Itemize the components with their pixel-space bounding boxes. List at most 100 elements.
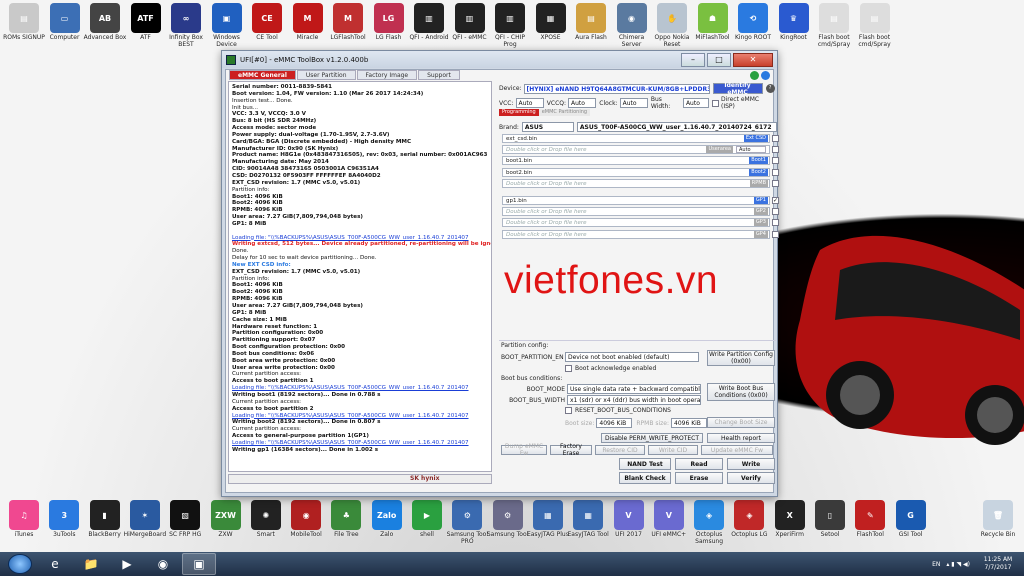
write-boot-bus-button[interactable]: Write Boot Bus Conditions (0x00)	[707, 383, 775, 401]
read-button[interactable]: Read	[675, 458, 723, 470]
file-slot-checkbox[interactable]	[772, 146, 779, 154]
desktop_bottom_icons-3utools[interactable]: 3 3uTools	[42, 500, 86, 538]
boot-partition-en-select[interactable]: Device not boot enabled (default)	[565, 352, 699, 362]
desktop_bottom_icons-ufi-emmc[interactable]: V UFI eMMC+	[647, 500, 691, 538]
rpmb-size-select[interactable]: 4096 KiB	[671, 418, 708, 428]
write-button[interactable]: Write	[727, 458, 775, 470]
file-slot-userarea[interactable]: Double click or Drop file here Auto Userar…	[502, 145, 770, 155]
help-icon[interactable]: ?	[765, 84, 775, 93]
taskbar-item[interactable]: 📁	[74, 553, 108, 575]
taskbar-item[interactable]: e	[38, 553, 72, 575]
file-slot-gp3[interactable]: Double click or Drop file here GP3	[502, 218, 770, 228]
programming-tag[interactable]: Programming	[499, 109, 539, 116]
factory-erase-button[interactable]: Factory Erase	[550, 443, 592, 457]
file-slot-boot1[interactable]: boot1.bin Boot1	[502, 156, 770, 166]
file-slot-checkbox[interactable]	[772, 230, 779, 238]
log-panel[interactable]: Serial number: 0011-8839-5841 Boot versi…	[228, 81, 492, 472]
desktop_top_icons-qfi-chip-prog[interactable]: ▥ QFI - CHIP Prog	[488, 3, 532, 48]
taskbar-item[interactable]: ▣	[182, 553, 216, 575]
desktop_bottom_icons-samsung-tool-pro[interactable]: ⚙ Samsung Tool PRO	[445, 500, 489, 545]
update-emmc-fw-button[interactable]: Update eMMC Fw	[701, 445, 773, 455]
desktop_bottom_icons-easyjtag-plus[interactable]: ▦ EasyJTAG Plus	[526, 500, 570, 538]
window-titlebar[interactable]: UFI[#0] - eMMC ToolBox v1.2.0.400b – □ ✕	[222, 51, 777, 68]
info-icon[interactable]	[761, 71, 770, 80]
file-slot-checkbox[interactable]	[772, 168, 779, 176]
desktop_bottom_icons-himergeboard[interactable]: ✶ HiMergeBoard	[123, 500, 167, 538]
desktop_bottom_icons-mobiletool[interactable]: ◉ MobileTool	[284, 500, 328, 538]
tray-icons[interactable]: ▴ ▮ ◥ ◀)	[946, 561, 970, 568]
erase-button[interactable]: Erase	[675, 472, 723, 484]
vccq-select[interactable]: Auto	[568, 98, 597, 108]
reset-boot-checkbox[interactable]	[565, 407, 572, 414]
desktop_bottom_icons-octoplus-lg[interactable]: ◈ Octoplus LG	[727, 500, 771, 538]
boot-bus-width-select[interactable]: x1 (sdr) or x4 (ddr) bus width in boot o…	[567, 395, 701, 405]
desktop_top_icons-kingroot[interactable]: ♛ KingRoot	[772, 3, 816, 41]
desktop_bottom_icons-samsung-tool[interactable]: ⚙ Samsung Tool	[486, 500, 530, 538]
desktop_top_icons-roms-signup[interactable]: ▤ ROMs SIGNUP	[2, 3, 46, 41]
desktop_top_icons-atf[interactable]: ATF ATF	[124, 3, 168, 41]
desktop_top_icons-computer[interactable]: ▭ Computer	[43, 3, 87, 41]
file-slot-ext-csd[interactable]: ext_csd.bin Ext CSD	[502, 134, 770, 143]
desktop_bottom_icons-recycle-bin[interactable]: 🗑 Recycle Bin	[976, 500, 1020, 538]
clock[interactable]: 11:25 AM 7/7/2017	[976, 556, 1020, 572]
dump-emmc-fw-button[interactable]: Dump eMMC Fw	[501, 443, 547, 457]
desktop_bottom_icons-zxw[interactable]: ZXW ZXW	[204, 500, 248, 538]
file-slot-gp2[interactable]: Double click or Drop file here GP2	[502, 207, 770, 217]
nand-test-button[interactable]: NAND Test	[619, 458, 671, 470]
desktop_bottom_icons-xperifirm[interactable]: X XperiFirm	[768, 500, 812, 538]
desktop_top_icons-kingo-root[interactable]: ⟲ Kingo ROOT	[731, 3, 775, 41]
desktop_bottom_icons-smart[interactable]: ✺ Smart	[244, 500, 288, 538]
desktop_top_icons-flash-boot-cmd-spray[interactable]: ▤ Flash boot cmd/Spray	[853, 3, 897, 48]
desktop_top_icons-oppo-nokia-reset[interactable]: ✋ Oppo Nokia Reset	[650, 3, 694, 48]
desktop_bottom_icons-easyjtag-tool[interactable]: ▦ EasyJTAG Tool	[566, 500, 610, 538]
desktop_top_icons-infinity-box-best[interactable]: ∞ Infinity Box BEST	[164, 3, 208, 48]
file-slot-checkbox[interactable]	[772, 208, 779, 216]
start-button[interactable]	[8, 554, 32, 574]
desktop_bottom_icons-shell[interactable]: ▶ shell	[405, 500, 449, 538]
boot-size-select[interactable]: 4096 KiB	[596, 418, 633, 428]
desktop_top_icons-miflashtool[interactable]: ☗ MiFlashTool	[691, 3, 735, 41]
bus-width-select[interactable]: Auto	[682, 98, 710, 108]
desktop_bottom_icons-ufi-2017[interactable]: V UFI 2017	[607, 500, 651, 538]
minimize-button[interactable]: –	[681, 52, 705, 67]
verify-button[interactable]: Verify	[727, 472, 775, 484]
direct-emmc-checkbox[interactable]	[712, 99, 719, 107]
partitioning-tag[interactable]: eMMC Partitioning	[538, 109, 591, 116]
file-slot-checkbox[interactable]	[772, 179, 779, 187]
tab-user-partition[interactable]: User Partition	[296, 70, 356, 80]
userarea-mode-select[interactable]: Auto	[736, 146, 766, 154]
health-report-button[interactable]: Health report	[707, 433, 775, 443]
model-select[interactable]: ASUS_T00F-A500CG_WW_user_1.16.40.7_20140…	[576, 122, 777, 132]
desktop_top_icons-chimera-server[interactable]: ◉ Chimera Server	[610, 3, 654, 48]
vcc-select[interactable]: Auto	[515, 98, 544, 108]
file-slot-checkbox[interactable]: ✓	[772, 197, 779, 204]
taskbar-item[interactable]: ◉	[146, 553, 180, 575]
tab-factory-image[interactable]: Factory Image	[356, 70, 418, 80]
desktop_top_icons-advanced-box[interactable]: AB Advanced Box	[83, 3, 127, 41]
desktop_top_icons-miracle[interactable]: M Miracle	[286, 3, 330, 41]
desktop_top_icons-qfi-emmc[interactable]: ▥ QFI - eMMC	[448, 3, 492, 41]
boot-ack-checkbox[interactable]	[565, 365, 572, 372]
close-button[interactable]: ✕	[733, 52, 773, 67]
taskbar-item[interactable]: ▶	[110, 553, 144, 575]
restore-cid-button[interactable]: Restore CID	[595, 445, 645, 455]
desktop_bottom_icons-sc-frp-hg[interactable]: ▧ SC FRP HG	[163, 500, 207, 538]
disable-perm-write-button[interactable]: Disable PERM_WRITE_PROTECT	[601, 433, 703, 443]
blank-check-button[interactable]: Blank Check	[619, 472, 671, 484]
change-boot-size-button[interactable]: Change Boot Size	[707, 417, 775, 428]
language-indicator[interactable]: EN	[932, 561, 940, 568]
device-field[interactable]: [HYNIX] eNAND H9TQ64A8GTMCUR-KUM/8GB+LPD…	[523, 83, 710, 94]
file-slot-gp1[interactable]: gp1.bin GP1	[502, 196, 770, 205]
file-slot-checkbox[interactable]	[772, 135, 779, 142]
maximize-button[interactable]: □	[707, 52, 731, 67]
desktop_top_icons-qfi-android[interactable]: ▥ QFI - Android	[407, 3, 451, 41]
write-partition-config-button[interactable]: Write Partition Config (0x00)	[707, 350, 775, 366]
desktop_top_icons-flash-boot-cmd-spray[interactable]: ▤ Flash boot cmd/Spray	[812, 3, 856, 48]
desktop_top_icons-lg-flash[interactable]: LG LG Flash	[367, 3, 411, 41]
desktop_bottom_icons-blackberry[interactable]: ▮ BlackBerry	[83, 500, 127, 538]
file-slot-checkbox[interactable]	[772, 219, 779, 227]
desktop_bottom_icons-octoplus-samsung[interactable]: ◈ Octoplus Samsung	[687, 500, 731, 545]
desktop_top_icons-xpose[interactable]: ▦ XPOSE	[529, 3, 573, 41]
desktop_bottom_icons-flashtool[interactable]: ✎ FlashTool	[848, 500, 892, 538]
clock-select[interactable]: Auto	[619, 98, 648, 108]
